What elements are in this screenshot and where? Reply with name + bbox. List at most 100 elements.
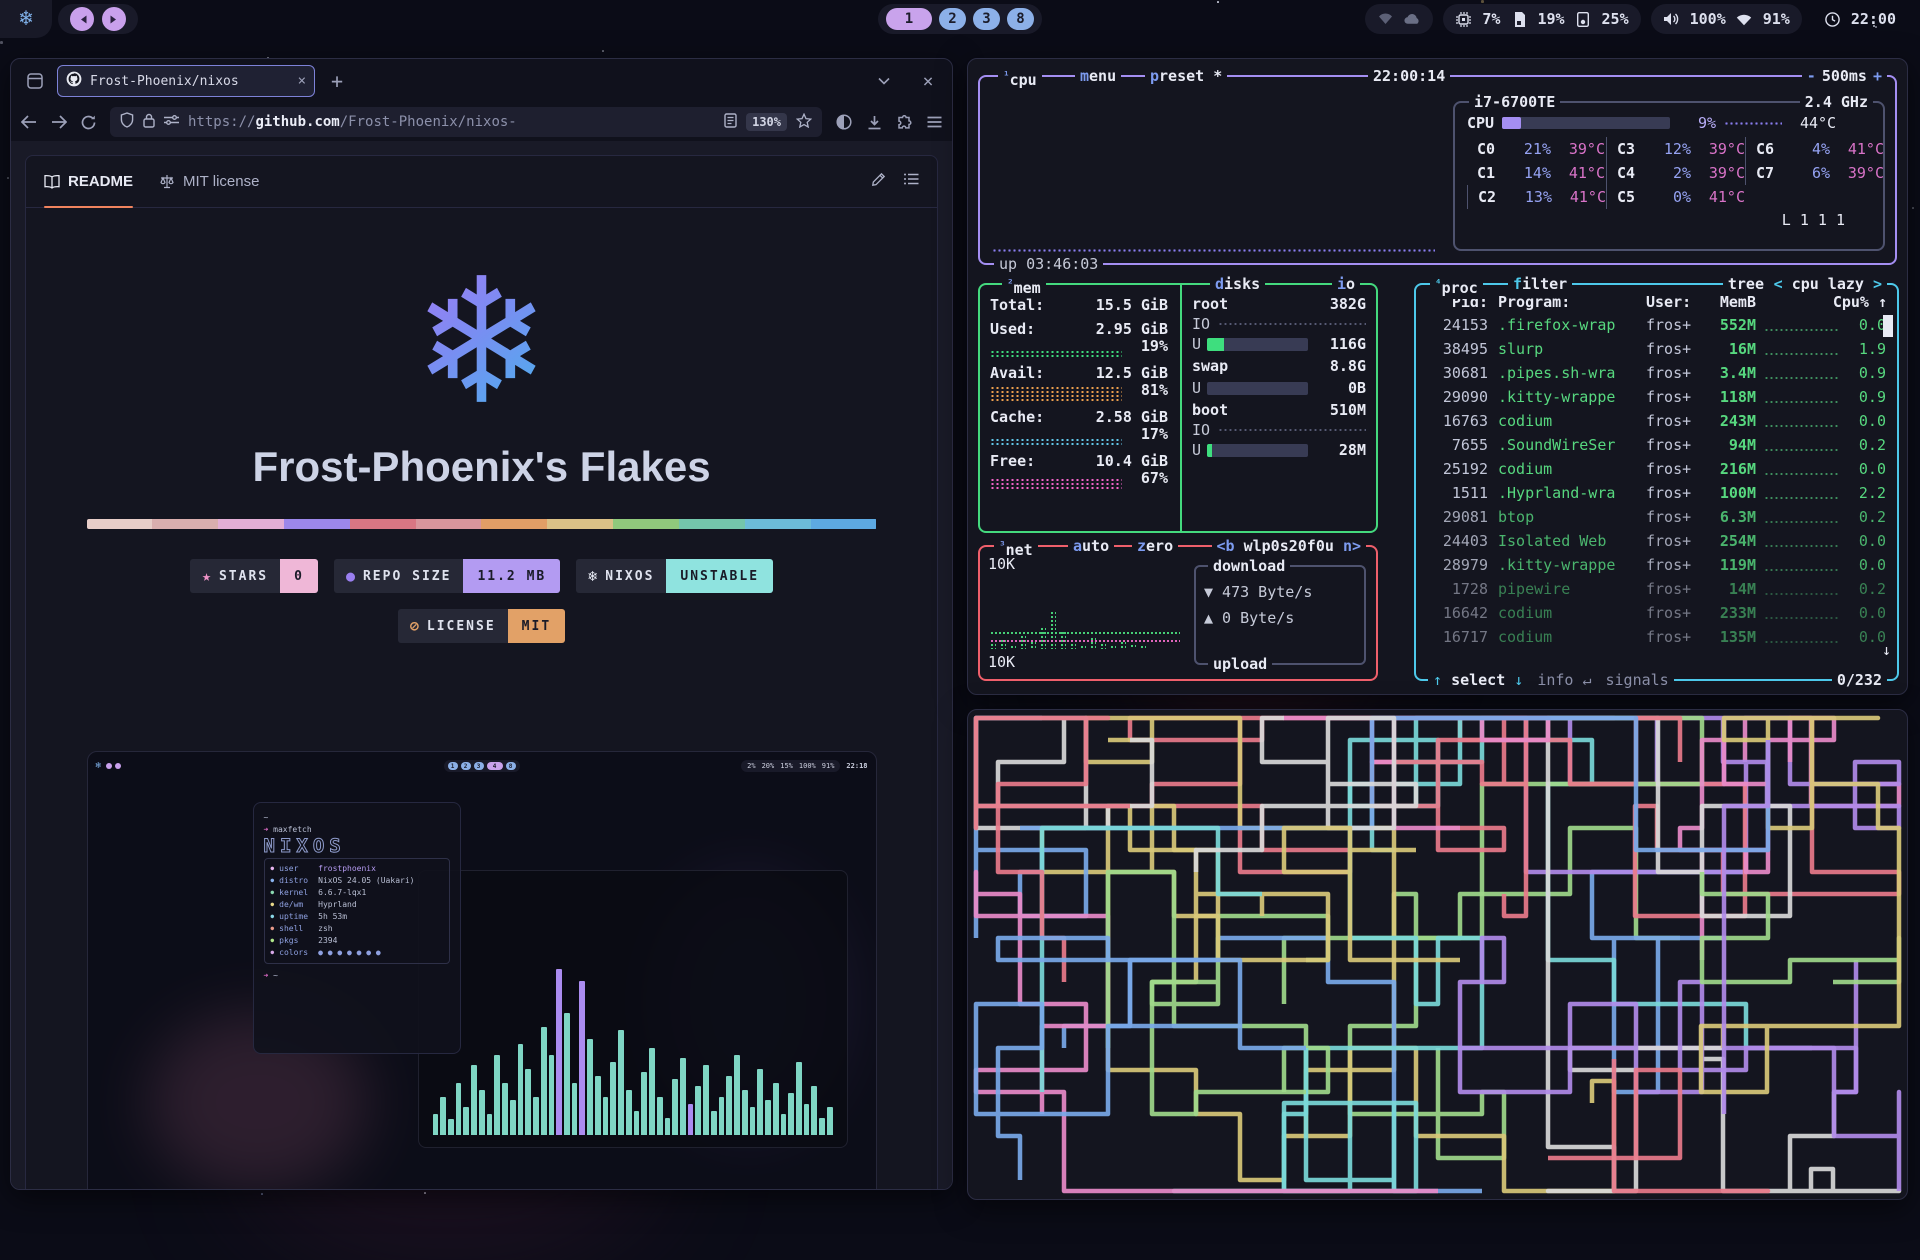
disk-size: 382G <box>1330 293 1366 315</box>
new-tab-button[interactable]: + <box>323 67 351 95</box>
visualizer-bar <box>579 981 585 1135</box>
process-row[interactable]: 1511 .Hyprland-wra fros+ 100M 2.2 <box>1426 481 1887 505</box>
list-tabs-button[interactable] <box>870 67 898 95</box>
outline-list-icon[interactable] <box>904 172 919 192</box>
memory-box: ²mem Total:15.5 GiB Used:2.95 GiB 19% Av… <box>978 283 1378 533</box>
pipes-terminal-window <box>967 709 1908 1200</box>
status-bar: ❄ 1238 7% 19% <box>0 0 1920 38</box>
lock-icon[interactable] <box>143 113 155 132</box>
reader-mode-icon[interactable] <box>724 113 737 132</box>
visualizer-bar <box>572 1083 578 1136</box>
process-row[interactable]: 29090 .kitty-wrappe fros+ 118M 0.9 <box>1426 385 1887 409</box>
cpu-box-number: ¹ <box>1003 69 1010 82</box>
mem-box-number: ² <box>1007 277 1014 290</box>
process-scrollbar[interactable] <box>1883 315 1893 337</box>
select-control[interactable]: ↑ select ↓ <box>1433 669 1523 691</box>
badge-label-text: REPO SIZE <box>363 569 451 584</box>
tab-readme[interactable]: README <box>44 156 133 208</box>
media-previous-button[interactable] <box>70 7 94 31</box>
preset-button[interactable]: preset * <box>1145 65 1227 87</box>
clock-widget[interactable]: 22:00 <box>1812 4 1908 34</box>
process-row[interactable]: 38495 slurp fros+ 16M 1.9 <box>1426 337 1887 361</box>
workspace-4[interactable]: 4 <box>487 762 503 770</box>
process-row[interactable]: 16763 codium fros+ 243M 0.0 <box>1426 409 1887 433</box>
back-button[interactable] <box>21 115 37 129</box>
process-row[interactable]: 28979 .kitty-wrappe fros+ 119M 0.0 <box>1426 553 1887 577</box>
fetch-row: ●pkgs2394 <box>271 935 443 947</box>
info-control[interactable]: info ↵ <box>1537 669 1591 691</box>
audio-network[interactable]: 100% 91% <box>1651 4 1802 34</box>
firefox-view-button[interactable] <box>21 67 49 95</box>
workspace-8[interactable]: 8 <box>506 762 516 770</box>
core-temp: 39°C <box>1557 138 1605 160</box>
process-row[interactable]: 16642 codium fros+ 233M 0.0 <box>1426 601 1887 625</box>
permissions-icon[interactable] <box>164 114 179 130</box>
media-next-button[interactable] <box>102 7 126 31</box>
process-count: 0/232 <box>1832 669 1887 691</box>
process-cpu-graph <box>1764 448 1838 452</box>
system-stats[interactable]: 7% 19% 25% <box>1443 4 1640 34</box>
interval-minus[interactable]: - <box>1807 65 1816 87</box>
process-row[interactable]: 7655 .SoundWireSer fros+ 94M 0.2 <box>1426 433 1887 457</box>
extensions-icon[interactable] <box>897 115 912 130</box>
proc-tree-button[interactable]: tree <box>1723 273 1769 295</box>
workspace-8[interactable]: 8 <box>1007 8 1034 30</box>
window-close-button[interactable]: × <box>914 67 942 95</box>
proc-filter-button[interactable]: filter <box>1508 273 1572 295</box>
interval-plus[interactable]: + <box>1873 65 1882 87</box>
core-temp: 41°C <box>1697 186 1745 208</box>
visualizer-bar <box>665 1118 671 1136</box>
disk-io-label: IO <box>1192 313 1210 335</box>
account-icon[interactable] <box>836 114 852 130</box>
process-pid: 30681 <box>1426 362 1488 384</box>
process-row[interactable]: 24153 .firefox-wrap fros+ 552M 0.0 <box>1426 313 1887 337</box>
update-interval-control[interactable]: -500ms+ <box>1802 65 1887 87</box>
signals-control[interactable]: signals <box>1606 669 1669 691</box>
workspace-2[interactable]: 2 <box>461 762 471 770</box>
launcher-button[interactable]: ❄ <box>0 0 52 38</box>
process-row[interactable]: 29081 btop fros+ 6.3M 0.2 <box>1426 505 1887 529</box>
process-row[interactable]: 24403 Isolated Web fros+ 254M 0.0 <box>1426 529 1887 553</box>
zoom-level-badge[interactable]: 130% <box>746 113 787 131</box>
reload-button[interactable] <box>81 115 96 130</box>
weather-widget[interactable] <box>1365 4 1433 34</box>
process-program: btop <box>1488 506 1646 528</box>
core-name: C7 <box>1756 162 1782 184</box>
proc-sort-control[interactable]: < cpu lazy > <box>1769 273 1887 295</box>
net-zero-button[interactable]: zero <box>1132 535 1178 557</box>
badge-value-text: 11.2 MB <box>463 559 560 593</box>
badge-label-text: STARS <box>219 569 268 584</box>
url-bar[interactable]: https://github.com/Frost-Phoenix/nixos- … <box>110 107 822 137</box>
uptime: up 03:46:03 <box>994 253 1103 275</box>
edit-pencil-icon[interactable] <box>871 172 886 192</box>
tab-close-icon[interactable]: × <box>298 73 306 89</box>
bookmark-star-icon[interactable] <box>796 113 812 132</box>
shield-icon[interactable] <box>120 112 134 132</box>
browser-tab[interactable]: Frost-Phoenix/nixos × <box>57 65 315 97</box>
process-mem: 118M <box>1706 386 1756 408</box>
net-interface-switcher[interactable]: <b wlp0s20f0u n> <box>1212 535 1367 557</box>
net-auto-button[interactable]: auto <box>1068 535 1114 557</box>
process-row[interactable]: 1728 pipewire fros+ 14M 0.2 <box>1426 577 1887 601</box>
disks-panel: disks io root382G IO U116G swap8.8G U0B … <box>1180 285 1376 531</box>
menu-icon[interactable] <box>927 116 942 128</box>
process-user: fros+ <box>1646 530 1706 552</box>
workspace-1[interactable]: 1 <box>448 762 458 770</box>
tab-mit-license[interactable]: MIT license <box>159 156 259 208</box>
readme-screenshot-image[interactable]: ❄ 12348 2%20%15%100%91% 22:18 ~ ➜ maxfet… <box>87 751 877 1189</box>
menu-button[interactable]: menu <box>1075 65 1121 87</box>
workspace-3[interactable]: 3 <box>973 8 1000 30</box>
visualizer-bar <box>672 1079 678 1135</box>
workspace-1[interactable]: 1 <box>886 8 932 30</box>
mem-free-graph <box>990 478 1122 489</box>
forward-button[interactable] <box>51 115 67 129</box>
process-row[interactable]: 30681 .pipes.sh-wra fros+ 3.4M 0.9 <box>1426 361 1887 385</box>
visualizer-bar <box>440 1097 446 1136</box>
header-user[interactable]: User: <box>1646 291 1706 313</box>
process-row[interactable]: 25192 codium fros+ 216M 0.0 <box>1426 457 1887 481</box>
visualizer-bar <box>549 1055 555 1136</box>
process-row[interactable]: 16717 codium fros+ 135M 0.0 <box>1426 625 1887 649</box>
workspace-3[interactable]: 3 <box>474 762 484 770</box>
workspace-2[interactable]: 2 <box>939 8 966 30</box>
download-icon[interactable] <box>867 115 882 130</box>
